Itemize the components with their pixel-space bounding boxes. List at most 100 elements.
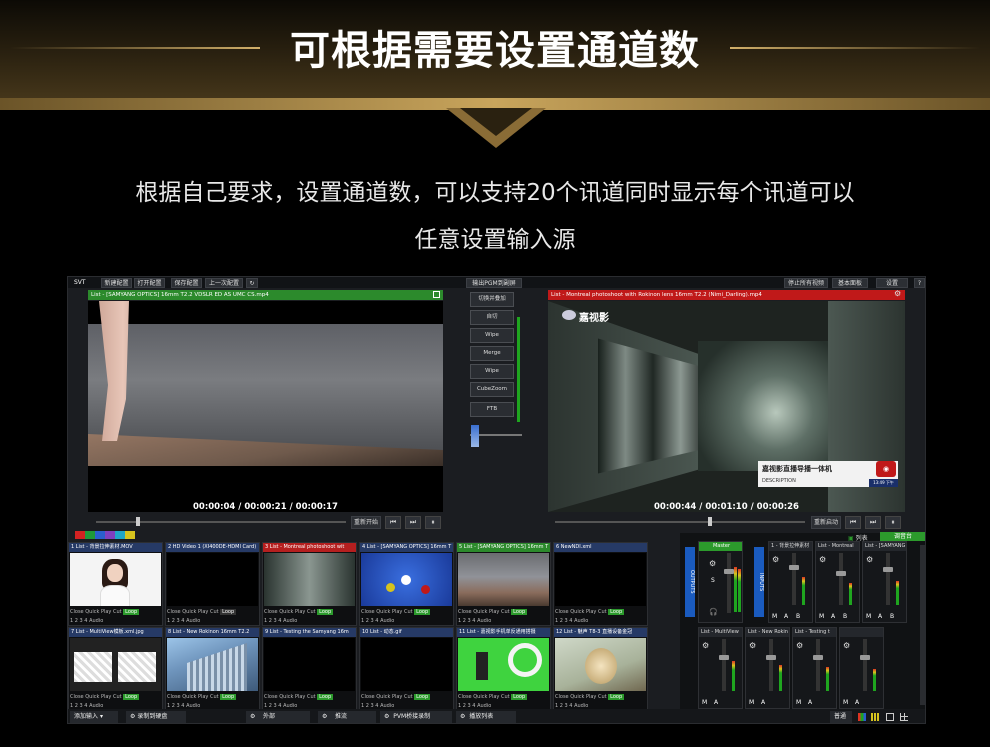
tile-controls[interactable]: Close Quick Play Cut (70, 694, 122, 700)
channel-1-gear-icon[interactable]: ⚙ (772, 555, 779, 564)
input-tile-4[interactable]: 4 List - [SAMYANG OPTICS] 16mm T Close Q… (359, 542, 454, 626)
channel-7-fader-knob[interactable] (860, 655, 870, 660)
channel-4-gear-icon[interactable]: ⚙ (702, 641, 709, 650)
channel-2-fader[interactable] (839, 553, 843, 605)
color-swatch-yellow[interactable] (125, 531, 135, 539)
master-gear-icon[interactable]: ⚙ (709, 559, 716, 568)
input-tile-2[interactable]: 2 HD Video 1 (XI400DE-HDMI Card) Close Q… (165, 542, 260, 626)
channel-1-fader[interactable] (792, 553, 796, 605)
program-restart-button[interactable]: 重新启动 (811, 516, 841, 529)
channel-7-fader[interactable] (863, 639, 867, 691)
channel-5-fader-knob[interactable] (766, 655, 776, 660)
mixer-tab[interactable]: 调音台 (880, 532, 925, 541)
channel-7-bus-a[interactable]: A (855, 699, 859, 706)
loop-toggle[interactable]: Loop (608, 609, 625, 615)
channel-2-bus-a[interactable]: A (831, 613, 835, 620)
input-tile-8[interactable]: 8 List - New Rokinon 16mm T2.2 Close Qui… (165, 627, 260, 711)
channel-3-fader-knob[interactable] (883, 567, 893, 572)
loop-toggle[interactable]: Loop (220, 694, 237, 700)
channel-1-fader-knob[interactable] (789, 565, 799, 570)
tile-audio-row[interactable]: 1 2 3 4 Audio (554, 617, 647, 625)
refresh-icon[interactable]: ↻ (246, 278, 258, 288)
channel-1-bus-a[interactable]: A (784, 613, 788, 620)
tile-controls[interactable]: Close Quick Play Cut (361, 694, 413, 700)
color-swatch-red[interactable] (75, 531, 85, 539)
loop-toggle[interactable]: Loop (123, 609, 140, 615)
status-normal[interactable]: 普通 (830, 711, 852, 723)
channel-1-bus-b[interactable]: B (796, 613, 800, 620)
transition-cubezoom[interactable]: CubeZoom (470, 382, 514, 397)
tile-controls[interactable]: Close Quick Play Cut (167, 694, 219, 700)
preview-next-icon[interactable]: ⏭ (405, 516, 421, 529)
layout-grid-icon[interactable] (858, 713, 866, 721)
program-settings-icon[interactable]: ⚙ (894, 289, 901, 298)
program-prev-icon[interactable]: ⏮ (845, 516, 861, 529)
input-tile-7[interactable]: 7 List - MultiView模板.xml.jpg Close Quick… (68, 627, 163, 711)
channel-3-bus-a[interactable]: A (878, 613, 882, 620)
pvm-record-button[interactable]: ⚙ PVM桥接录制 (380, 711, 452, 723)
channel-1-mute[interactable]: M (772, 613, 777, 620)
channel-3-gear-icon[interactable]: ⚙ (866, 555, 873, 564)
channel-5-bus-a[interactable]: A (761, 699, 765, 706)
headphone-icon[interactable]: 🎧 (709, 608, 718, 616)
channel-7-mute[interactable]: M (843, 699, 848, 706)
loop-toggle[interactable]: Loop (220, 609, 237, 615)
menu-last-config[interactable]: 上一次配置 (205, 278, 243, 288)
program-seek-handle[interactable] (708, 517, 712, 526)
add-input-button[interactable]: 添加输入 ▾ (70, 711, 118, 723)
channel-4-fader[interactable] (722, 639, 726, 691)
tile-audio-row[interactable]: 1 2 3 4 Audio (69, 617, 162, 625)
preview-seek-bar[interactable] (96, 521, 346, 523)
input-tile-12[interactable]: 12 List - 魅声 T8-3 直播设备金冠 Close Quick Pla… (553, 627, 648, 711)
channel-4-fader-knob[interactable] (719, 655, 729, 660)
help-button[interactable]: ? (914, 278, 925, 288)
preview-pause-icon[interactable]: ⏸ (425, 516, 441, 529)
loop-toggle[interactable]: Loop (511, 609, 528, 615)
layout-bars-icon[interactable] (871, 713, 879, 721)
record-disk-button[interactable]: ⚙ 录制到硬盘 (126, 711, 186, 723)
stop-all-videos-button[interactable]: 停止所有视频 (784, 278, 828, 288)
playlist-button[interactable]: ⚙ 播放列表 (456, 711, 516, 723)
channel-4-mute[interactable]: M (702, 699, 707, 706)
transition-ftb[interactable]: FTB (470, 402, 514, 417)
channel-3-fader[interactable] (886, 553, 890, 605)
loop-toggle[interactable]: Loop (414, 609, 431, 615)
preview-prev-icon[interactable]: ⏮ (385, 516, 401, 529)
transition-cut[interactable]: 自切 (470, 310, 514, 325)
channel-5-gear-icon[interactable]: ⚙ (749, 641, 756, 650)
menu-save-config[interactable]: 保存配置 (171, 278, 202, 288)
channel-6-fader[interactable] (816, 639, 820, 691)
switch-overlay-button[interactable]: 切换并叠加 (470, 292, 514, 307)
transition-wipe-1[interactable]: Wipe (470, 328, 514, 343)
menu-open-config[interactable]: 打开配置 (134, 278, 165, 288)
tile-controls[interactable]: Close Quick Play Cut (555, 694, 607, 700)
color-swatch-purple[interactable] (105, 531, 115, 539)
t-bar-handle[interactable] (471, 425, 479, 447)
output-pgm-dropdown[interactable]: 输出PGM到副屏 (466, 278, 522, 288)
tile-audio-row[interactable]: 1 2 3 4 Audio (263, 617, 356, 625)
tile-controls[interactable]: Close Quick Play Cut (361, 609, 413, 615)
tile-controls[interactable]: Close Quick Play Cut (264, 694, 316, 700)
tile-controls[interactable]: Close Quick Play Cut (264, 609, 316, 615)
color-swatch-green[interactable] (85, 531, 95, 539)
channel-2-gear-icon[interactable]: ⚙ (819, 555, 826, 564)
input-tile-10[interactable]: 10 List - 动态.gif Close Quick Play Cut Lo… (359, 627, 454, 711)
channel-6-fader-knob[interactable] (813, 655, 823, 660)
input-tile-9[interactable]: 9 List - Testing the Samyang 16m Close Q… (262, 627, 357, 711)
tile-controls[interactable]: Close Quick Play Cut (458, 694, 510, 700)
tile-audio-row[interactable]: 1 2 3 4 Audio (457, 617, 550, 625)
loop-toggle[interactable]: Loop (608, 694, 625, 700)
channel-6-bus-a[interactable]: A (808, 699, 812, 706)
input-tile-6[interactable]: 6 NewNDI.xml Close Quick Play Cut Loop 1… (553, 542, 648, 626)
loop-toggle[interactable]: Loop (511, 694, 528, 700)
input-tile-1[interactable]: 1 List - 背景拉伸素材.MOV Close Quick Play Cut… (68, 542, 163, 626)
external-button[interactable]: ⚙ 外部 (246, 711, 310, 723)
channel-3-mute[interactable]: M (866, 613, 871, 620)
channel-4-bus-a[interactable]: A (714, 699, 718, 706)
tile-audio-row[interactable]: 1 2 3 4 Audio (166, 617, 259, 625)
loop-toggle[interactable]: Loop (317, 609, 334, 615)
color-swatch-blue[interactable] (95, 531, 105, 539)
window-icon[interactable] (886, 713, 894, 721)
stream-button[interactable]: ⚙ 推流 (318, 711, 376, 723)
channel-5-fader[interactable] (769, 639, 773, 691)
